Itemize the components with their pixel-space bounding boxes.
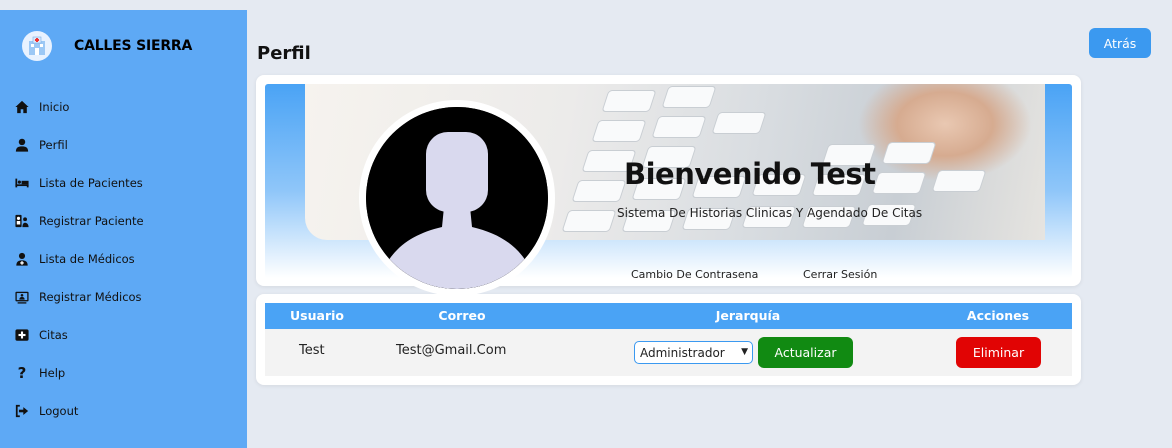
user-plus-icon	[14, 213, 30, 229]
user-table-card: Usuario Correo Jerarquía Acciones Test T…	[256, 294, 1081, 385]
sidebar-item-lista-medicos[interactable]: Lista de Médicos	[0, 240, 247, 278]
sidebar-item-citas[interactable]: Citas	[0, 316, 247, 354]
brand[interactable]: CALLES SIERRA	[0, 10, 247, 70]
system-subtitle: Sistema De Historias Clinicas Y Agendado…	[617, 206, 923, 220]
sidebar-item-label: Logout	[39, 404, 79, 418]
sidebar-item-label: Citas	[39, 328, 68, 342]
sidebar-item-perfil[interactable]: Perfil	[0, 126, 247, 164]
sidebar-item-help[interactable]: ? Help	[0, 354, 247, 392]
id-card-icon	[14, 289, 30, 305]
welcome-heading: Bienvenido Test	[624, 157, 876, 191]
delete-button[interactable]: Eliminar	[956, 337, 1041, 368]
avatar[interactable]	[359, 100, 555, 296]
sidebar-item-label: Lista de Médicos	[39, 252, 135, 266]
sidebar-item-label: Registrar Médicos	[39, 290, 142, 304]
cell-correo: Test@Gmail.Com	[396, 343, 507, 358]
home-icon	[14, 99, 30, 115]
logout-link[interactable]: Cerrar Sesión	[803, 268, 877, 281]
column-header-usuario: Usuario	[290, 308, 344, 323]
cell-usuario: Test	[299, 343, 325, 358]
sidebar-item-label: Help	[39, 366, 66, 380]
user-icon	[14, 137, 30, 153]
chevron-down-icon: ▼	[741, 347, 748, 357]
column-header-acciones: Acciones	[966, 308, 1030, 323]
sidebar-item-label: Registrar Paciente	[39, 214, 144, 228]
table-header: Usuario Correo Jerarquía Acciones	[265, 303, 1072, 329]
doctor-icon	[14, 251, 30, 267]
column-header-jerarquia: Jerarquía	[715, 308, 781, 323]
role-select[interactable]: Administrador ▼	[634, 341, 753, 364]
update-button[interactable]: Actualizar	[758, 337, 853, 368]
sidebar-item-label: Perfil	[39, 138, 68, 152]
sidebar-item-label: Inicio	[39, 100, 70, 114]
sidebar-item-registrar-medicos[interactable]: Registrar Médicos	[0, 278, 247, 316]
sidebar-nav: Inicio Perfil Lista de Pacientes Registr…	[0, 88, 247, 430]
back-button[interactable]: Atrás	[1089, 28, 1151, 58]
bed-icon	[14, 175, 30, 191]
hospital-logo-icon	[22, 31, 52, 61]
sidebar-item-inicio[interactable]: Inicio	[0, 88, 247, 126]
calendar-plus-icon	[14, 327, 30, 343]
sidebar-item-registrar-paciente[interactable]: Registrar Paciente	[0, 202, 247, 240]
page-title: Perfil	[257, 43, 311, 64]
sidebar-item-label: Lista de Pacientes	[39, 176, 143, 190]
change-password-link[interactable]: Cambio De Contrasena	[631, 268, 758, 281]
default-user-avatar-icon	[366, 107, 548, 289]
role-select-value: Administrador	[640, 345, 725, 360]
question-icon: ?	[17, 364, 27, 382]
brand-title: CALLES SIERRA	[74, 38, 193, 54]
logout-icon	[14, 403, 30, 419]
column-header-correo: Correo	[438, 308, 486, 323]
sidebar-item-lista-pacientes[interactable]: Lista de Pacientes	[0, 164, 247, 202]
sidebar-item-logout[interactable]: Logout	[0, 392, 247, 430]
sidebar: CALLES SIERRA Inicio Perfil Lista de Pac…	[0, 10, 247, 448]
table-row: Test Test@Gmail.Com Administrador ▼ Actu…	[265, 329, 1072, 376]
